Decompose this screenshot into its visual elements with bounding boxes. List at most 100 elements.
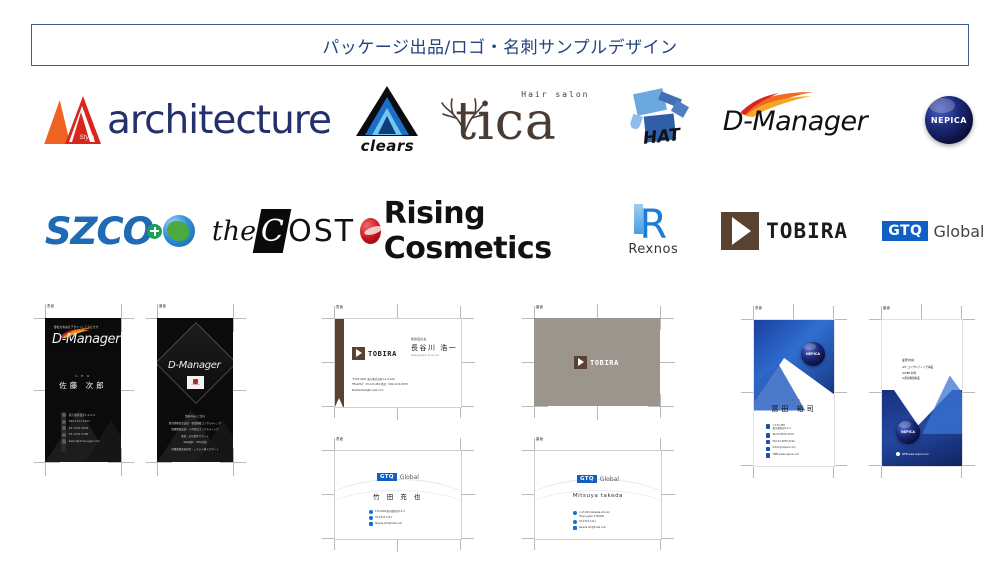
dmanager-back-side-label: 裏面 bbox=[159, 304, 167, 308]
gtq-back-side-label: 裏面 bbox=[536, 437, 544, 441]
contact-row: 03-1234-5789 bbox=[62, 432, 100, 437]
contact-row: takeda.dm@tmail.com bbox=[573, 526, 610, 530]
slide-canvas: パッケージ出品/ロゴ・名刺サンプルデザイン Style architecture bbox=[0, 0, 999, 562]
web-icon bbox=[766, 453, 771, 458]
tobira-front-address: 〒123-0001 東京都渋谷区1-2-3-100 TEL&FAX：03-123… bbox=[352, 377, 408, 393]
logo-row-2: SZCO the C OST Rising Cosmetics R Rexnos… bbox=[0, 196, 999, 266]
thecost-ost: OST bbox=[288, 213, 356, 249]
contact-row: 03-2323-1111 bbox=[369, 516, 405, 521]
dmanager-front-logo: D-Manager bbox=[52, 332, 121, 347]
contact-row: tutchi@nepica.com bbox=[766, 446, 799, 452]
gtq-back-name: Mitsuya takeda bbox=[572, 493, 624, 499]
nepica-back-url: WEB:www.nepica.com bbox=[896, 452, 929, 456]
nepica-front-sheet: 表面 NEPICA C E O 冨田 裕司 〒133-456 東京都新宿1-2-… bbox=[735, 300, 851, 490]
mobile-icon bbox=[62, 426, 67, 431]
phone-icon bbox=[766, 433, 771, 438]
nepica-front-contacts: 〒133-456 東京都新宿1-2-3 Tel:03-9876-3210 FAX… bbox=[766, 424, 799, 460]
nepica-back-sheet: 裏面 業務内容： ※IT コンサルティング事業 ※WEB 制作 ※通信機器事業 … bbox=[863, 300, 979, 490]
logo-architecture: Style architecture bbox=[44, 82, 346, 158]
nepica-sphere-icon: NEPICA bbox=[801, 342, 825, 366]
rexnos-mark-icon: R bbox=[628, 203, 678, 245]
dmanager-back-stamp: D-Manager bbox=[187, 376, 204, 389]
nepica-sphere-icon: NEPICA bbox=[896, 420, 920, 444]
gtq-global-label: Global bbox=[933, 221, 985, 241]
logo-d-manager: D-Manager bbox=[717, 82, 899, 158]
rising-sphere-icon bbox=[360, 218, 381, 244]
gtq-front-side-label: 表面 bbox=[336, 437, 344, 441]
tobira-side-band bbox=[335, 319, 344, 407]
gtq-box: GTQ bbox=[882, 221, 929, 241]
dmanager-wordmark: D-Manager bbox=[722, 106, 868, 137]
thecost-c-box: C bbox=[252, 209, 292, 253]
logo-szco: SZCO bbox=[45, 196, 207, 266]
contact-row: FAX:03-9876-3222 bbox=[766, 440, 799, 445]
nepica-sphere-icon: NEPICA bbox=[924, 96, 973, 144]
dmanager-back-card: D-Manager D-Manager 業務内容のご案内 経営戦略策定支援・事業… bbox=[157, 318, 233, 462]
logo-clears: clears bbox=[346, 82, 430, 158]
location-icon bbox=[62, 413, 67, 418]
contact-row: WEB:www.nepica.com bbox=[766, 453, 799, 458]
dmanager-back-stamp-text: D-Manager bbox=[191, 384, 200, 386]
fax-icon bbox=[62, 432, 67, 437]
contact-row: 03-2323-1111 bbox=[573, 520, 610, 525]
page-title: パッケージ出品/ロゴ・名刺サンプルデザイン bbox=[322, 37, 678, 58]
tobira-front-logo: TOBIRA bbox=[352, 347, 397, 360]
szco-cross-icon bbox=[147, 223, 163, 239]
mail-icon bbox=[766, 446, 771, 452]
thecost-the: the bbox=[211, 215, 257, 247]
tobira-front-side-label: 表面 bbox=[336, 305, 344, 309]
nepica-back-side-label: 裏面 bbox=[883, 306, 891, 310]
szco-wordmark: SZCO bbox=[45, 209, 154, 253]
card-group-nepica: 表面 NEPICA C E O 冨田 裕司 〒133-456 東京都新宿1-2-… bbox=[735, 300, 985, 490]
logo-thecost: the C OST bbox=[207, 196, 360, 266]
contact-row: Tel:03-9876-3210 bbox=[766, 433, 799, 438]
gtq-back-logo: GTQ Global bbox=[535, 475, 661, 483]
clears-triangle-icon bbox=[356, 85, 419, 136]
logo-gtq-global: GTQ Global bbox=[868, 196, 999, 266]
mail-icon bbox=[573, 526, 577, 530]
logo-rising-cosmetics: Rising Cosmetics bbox=[360, 196, 605, 266]
mail-icon bbox=[62, 439, 67, 444]
logo-hat: HAT bbox=[609, 82, 716, 158]
phone-icon bbox=[369, 516, 373, 521]
gtq-front-name: 竹 田 充 也 bbox=[373, 493, 423, 501]
fax-icon bbox=[766, 439, 771, 445]
contact-row: 〒133-456 東京都新宿1-2-3 bbox=[766, 424, 799, 431]
dmanager-front-side-label: 表面 bbox=[47, 304, 55, 308]
nepica-front-role: C E O bbox=[786, 398, 802, 402]
tobira-back-card: TOBIRA bbox=[534, 318, 660, 406]
card-group-gtq-front: 表面 GTQ Global 竹 田 充 也 133-0001東京都新宿1-2-3 bbox=[318, 434, 478, 552]
contact-row: Satou@dmanager.com bbox=[62, 439, 100, 444]
service-line: ※通信機器事業 bbox=[902, 377, 920, 381]
contact-row: 03-1234-5678 bbox=[62, 426, 100, 431]
address-line: MailAddress@b-mail.com bbox=[352, 388, 384, 392]
gtq-front-card: GTQ Global 竹 田 充 也 133-0001東京都新宿1-2-3 03… bbox=[334, 450, 462, 540]
tobira-front-roman: hasegawa kouichi bbox=[411, 354, 440, 357]
nepica-services-title: 業務内容： bbox=[902, 358, 917, 362]
thecost-c: C bbox=[260, 213, 284, 249]
gtq-front-logo: GTQ Global bbox=[335, 473, 461, 481]
location-icon bbox=[573, 511, 577, 516]
nepica-front-name: 冨田 裕司 bbox=[771, 405, 817, 413]
gtq-back-card: GTQ Global Mitsuya takeda 1-23-001 takaa… bbox=[534, 450, 662, 540]
nepica-back-card: 業務内容： ※IT コンサルティング事業 ※WEB 制作 ※通信機器事業 NEP… bbox=[881, 319, 963, 467]
architecture-wordmark: architecture bbox=[107, 97, 332, 143]
dmanager-back-lines: 業務内容のご案内 経営戦略策定支援・事業構築コンサルティング 組織開発支援・人材… bbox=[157, 414, 233, 453]
tobira-front-card: TOBIRA 取締役社長 長谷川 浩一 hasegawa kouichi 〒12… bbox=[334, 318, 462, 408]
tobira-front-title: 取締役社長 bbox=[411, 337, 427, 341]
dmanager-front-sheet: 表面 御社の未来をデザインしてみせます D-Manager C E O 佐藤 次… bbox=[32, 298, 134, 483]
clears-wordmark: clears bbox=[360, 136, 415, 155]
logo-tobira: TOBIRA bbox=[701, 196, 867, 266]
card-group-gtq-back: 裏面 GTQ Global Mitsuya takeda 1-23-001 ta… bbox=[518, 434, 678, 550]
card-group-dmanager: 表面 御社の未来をデザインしてみせます D-Manager C E O 佐藤 次… bbox=[32, 298, 247, 483]
page-title-box: パッケージ出品/ロゴ・名刺サンプルデザイン bbox=[31, 24, 969, 66]
business-card-section: 表面 御社の未来をデザインしてみせます D-Manager C E O 佐藤 次… bbox=[0, 286, 999, 556]
dmanager-back-sheet: 裏面 D-Manager D-Manager 業務内容のご案内 経営戦略策定支援… bbox=[144, 298, 246, 483]
dmanager-front-card: 御社の未来をデザインしてみせます D-Manager C E O 佐藤 次郎 東… bbox=[45, 318, 121, 462]
tobira-back-side-label: 裏面 bbox=[536, 305, 544, 309]
nepica-front-card: NEPICA C E O 冨田 裕司 〒133-456 東京都新宿1-2-3 T… bbox=[753, 319, 835, 467]
nepica-front-side-label: 表面 bbox=[755, 306, 763, 310]
contact-row: 東京都新宿区1-2-3-4 bbox=[62, 413, 100, 418]
service-line: ※IT コンサルティング事業 bbox=[902, 366, 934, 369]
hat-wordmark: HAT bbox=[642, 125, 682, 149]
